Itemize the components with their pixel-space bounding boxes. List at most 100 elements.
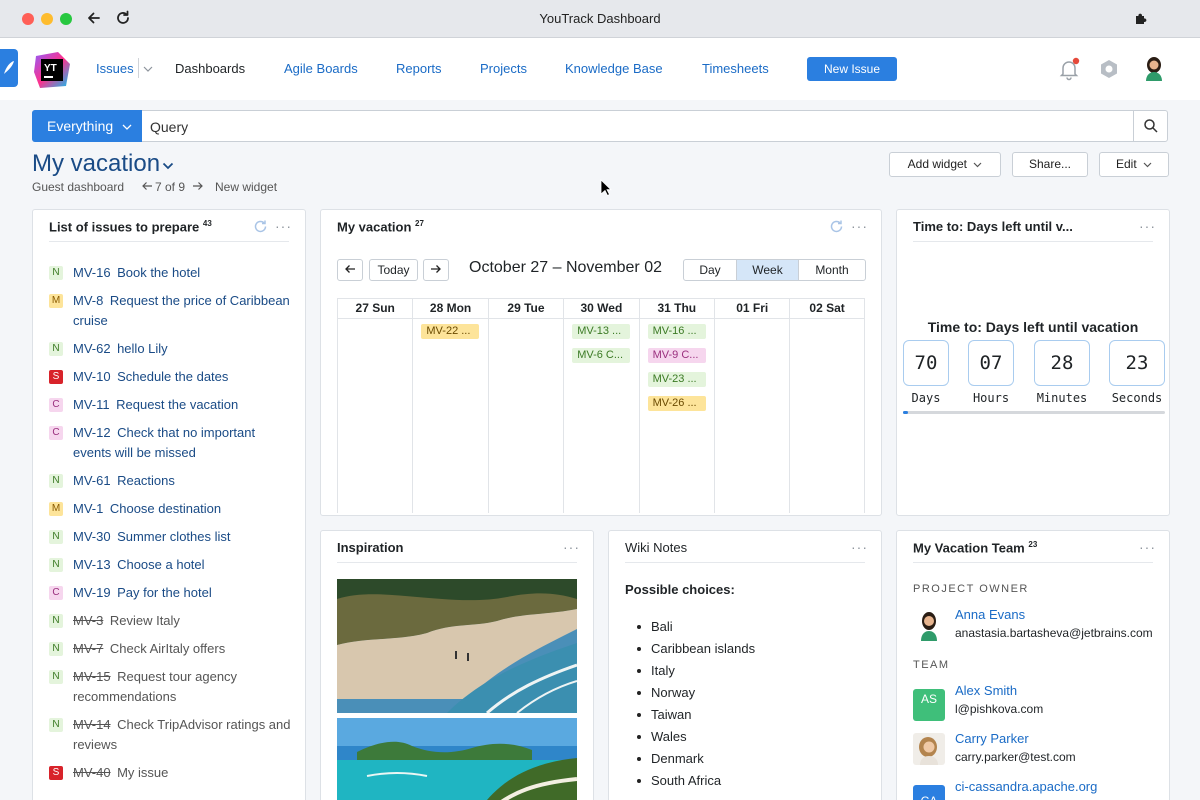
nav-dashboards[interactable]: Dashboards: [175, 61, 245, 76]
widget-menu-icon[interactable]: ···: [563, 539, 580, 555]
calendar-event[interactable]: MV-23 ...: [647, 372, 706, 387]
issues-widget: List of issues to prepare 43 ··· N MV-16 …: [32, 209, 306, 800]
issue-link[interactable]: MV-7 Check AirItaly offers: [73, 639, 293, 659]
calendar-day-column[interactable]: 29 Tue: [487, 299, 564, 513]
wiki-widget-title: Wiki Notes: [625, 540, 688, 555]
search-scope-dropdown[interactable]: Everything: [32, 110, 142, 142]
issue-link[interactable]: MV-3 Review Italy: [73, 611, 293, 631]
calendar-day-column[interactable]: 28 Mon MV-22 ...: [412, 299, 488, 513]
dashboard-title[interactable]: My vacation: [32, 150, 160, 178]
calendar-event[interactable]: MV-16 ...: [647, 324, 706, 339]
calendar-event[interactable]: MV-9 C...: [647, 348, 706, 363]
widget-menu-icon[interactable]: ···: [851, 218, 868, 234]
prev-dashboard-arrow-icon[interactable]: [141, 181, 153, 191]
issue-link[interactable]: MV-8 Request the price of Caribbean crui…: [73, 291, 293, 331]
calendar-event[interactable]: MV-6 C...: [572, 348, 631, 363]
view-month-button[interactable]: Month: [798, 259, 866, 281]
calendar-day-column[interactable]: 30 Wed MV-13 ... MV-6 C...: [563, 299, 639, 513]
app-header: YT Issues Dashboards Agile Boards Report…: [0, 38, 1200, 100]
search-button[interactable]: [1133, 111, 1167, 141]
refresh-icon[interactable]: [253, 219, 268, 234]
issue-link[interactable]: MV-30 Summer clothes list: [73, 527, 293, 547]
issue-type-badge: N: [49, 266, 63, 280]
nav-agile-boards[interactable]: Agile Boards: [284, 61, 358, 76]
chevron-down-icon[interactable]: [162, 162, 174, 170]
calendar-event[interactable]: MV-13 ...: [572, 324, 631, 339]
calendar-event[interactable]: MV-22 ...: [421, 324, 480, 339]
wiki-list-item: Norway: [637, 682, 755, 704]
member-name-link[interactable]: Anna Evans: [955, 607, 1025, 622]
edit-button[interactable]: Edit: [1099, 152, 1169, 177]
view-week-button[interactable]: Week: [736, 259, 799, 281]
wiki-list-item: Denmark: [637, 748, 755, 770]
issue-link[interactable]: MV-16 Book the hotel: [73, 263, 293, 283]
widget-divider: [625, 562, 865, 563]
nav-issues[interactable]: Issues: [96, 61, 134, 76]
extensions-puzzle-icon[interactable]: [1132, 8, 1152, 28]
calendar-today-button[interactable]: Today: [369, 259, 418, 281]
chevron-down-icon[interactable]: [143, 65, 153, 73]
issue-link[interactable]: MV-61 Reactions: [73, 471, 293, 491]
calendar-day-header: 31 Thu: [639, 299, 714, 319]
calendar-day-column[interactable]: 31 Thu MV-16 ... MV-9 C... MV-23 ... MV-26 .…: [638, 299, 714, 513]
wiki-list-item: Italy: [637, 660, 755, 682]
issue-type-badge: C: [49, 426, 63, 440]
wiki-list-item: Caribbean islands: [637, 638, 755, 660]
countdown-hours: 07: [968, 340, 1014, 386]
issue-link[interactable]: MV-13 Choose a hotel: [73, 555, 293, 575]
add-widget-button[interactable]: Add widget: [889, 152, 1001, 177]
issue-link[interactable]: MV-19 Pay for the hotel: [73, 583, 293, 603]
help-hexagon-icon[interactable]: [1097, 57, 1121, 81]
new-issue-button[interactable]: New Issue: [807, 57, 897, 81]
calendar-day-column[interactable]: 02 Sat: [789, 299, 865, 513]
next-dashboard-arrow-icon[interactable]: [192, 181, 204, 191]
member-name-link[interactable]: Alex Smith: [955, 683, 1017, 698]
notifications-bell-icon[interactable]: [1057, 57, 1081, 81]
widget-menu-icon[interactable]: ···: [1139, 218, 1156, 234]
issue-link[interactable]: MV-10 Schedule the dates: [73, 367, 293, 387]
view-day-button[interactable]: Day: [683, 259, 737, 281]
member-name-link[interactable]: ci-cassandra.apache.org: [955, 779, 1097, 794]
sidebar-toggle[interactable]: [0, 49, 18, 87]
widget-menu-icon[interactable]: ···: [851, 539, 868, 555]
issue-summary: My issue: [117, 765, 169, 780]
widget-menu-icon[interactable]: ···: [1139, 539, 1156, 555]
calendar-widget: My vacation 27 ··· Today October 27 – No…: [320, 209, 882, 516]
calendar-day-column[interactable]: 01 Fri: [714, 299, 790, 513]
chevron-down-icon: [122, 124, 132, 130]
refresh-icon[interactable]: [829, 219, 844, 234]
widget-menu-icon[interactable]: ···: [275, 218, 292, 234]
avatar: [921, 612, 937, 641]
issue-summary: Pay for the hotel: [117, 585, 212, 600]
edit-label: Edit: [1115, 157, 1137, 171]
countdown-widget: Time to: Days left until v... ··· Time t…: [896, 209, 1170, 516]
user-avatar[interactable]: [1141, 55, 1167, 81]
issue-link[interactable]: MV-12 Check that no important events wil…: [73, 423, 293, 463]
calendar-prev-button[interactable]: [337, 259, 363, 281]
issue-link[interactable]: MV-1 Choose destination: [73, 499, 293, 519]
issue-link[interactable]: MV-14 Check TripAdvisor ratings and revi…: [73, 715, 293, 755]
nav-timesheets[interactable]: Timesheets: [702, 61, 769, 76]
calendar-day-column[interactable]: 27 Sun: [337, 299, 413, 513]
search-input[interactable]: Query: [150, 119, 188, 135]
member-name-link[interactable]: Carry Parker: [955, 731, 1029, 746]
issue-link[interactable]: MV-11 Request the vacation: [73, 395, 293, 415]
beach-photo: [337, 579, 577, 713]
widget-title: List of issues to prepare 43: [49, 219, 212, 234]
issue-link[interactable]: MV-15 Request tour agency recommendation…: [73, 667, 293, 707]
countdown-days: 70: [903, 340, 949, 386]
issue-id: MV-11: [73, 397, 110, 412]
new-widget-link[interactable]: New widget: [215, 180, 277, 194]
nav-projects[interactable]: Projects: [480, 61, 527, 76]
countdown-progress-track: [903, 411, 1165, 414]
nav-knowledge-base[interactable]: Knowledge Base: [565, 61, 663, 76]
window-title: YouTrack Dashboard: [539, 11, 661, 26]
calendar-next-button[interactable]: [423, 259, 449, 281]
youtrack-logo-icon[interactable]: YT: [32, 50, 72, 90]
issue-link[interactable]: MV-62 hello Lily: [73, 339, 293, 359]
nav-reports[interactable]: Reports: [396, 61, 442, 76]
calendar-event[interactable]: MV-26 ...: [647, 396, 706, 411]
issue-link[interactable]: MV-40 My issue: [73, 763, 293, 783]
issues-widget-title: List of issues to prepare: [49, 219, 200, 235]
share-button[interactable]: Share...: [1012, 152, 1088, 177]
